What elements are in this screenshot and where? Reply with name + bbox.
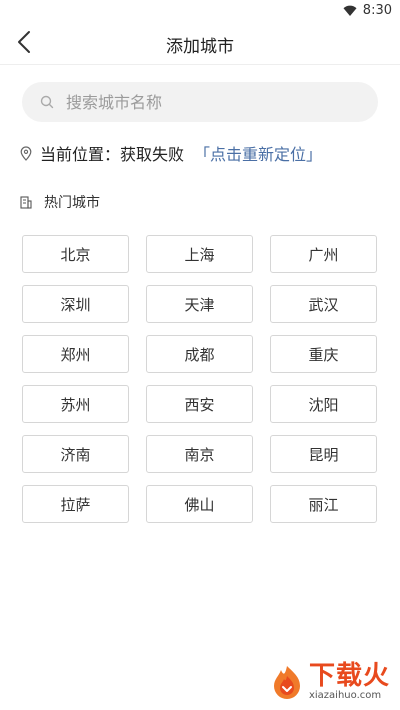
city-button[interactable]: 成都 — [146, 335, 253, 373]
search-input[interactable] — [64, 91, 348, 113]
location-label: 当前位置： — [40, 145, 121, 164]
location-row: 当前位置： 获取失败 「点击重新定位」 — [20, 142, 322, 164]
location-pin-icon — [20, 145, 34, 161]
building-icon — [20, 195, 34, 209]
hot-cities-title: 热门城市 — [44, 195, 100, 211]
search-box[interactable] — [22, 82, 378, 122]
watermark-text: 下载火 xiazaihuo.com — [309, 662, 390, 702]
watermark: 下载火 xiazaihuo.com — [269, 662, 390, 702]
search-icon — [40, 94, 56, 110]
city-button[interactable]: 郑州 — [22, 335, 129, 373]
location-status: 获取失败 — [120, 145, 185, 164]
city-button[interactable]: 天津 — [146, 285, 253, 323]
city-button[interactable]: 上海 — [146, 235, 253, 273]
relocate-link[interactable]: 「点击重新定位」 — [194, 141, 322, 165]
city-button[interactable]: 武汉 — [270, 285, 377, 323]
city-button[interactable]: 苏州 — [22, 385, 129, 423]
watermark-url: xiazaihuo.com — [308, 690, 382, 701]
city-grid: 北京 上海 广州 深圳 天津 武汉 郑州 成都 重庆 苏州 西安 沈阳 济南 南… — [22, 235, 378, 523]
city-button[interactable]: 拉萨 — [22, 485, 129, 523]
status-time: 8:30 — [362, 3, 392, 18]
city-button[interactable]: 丽江 — [270, 485, 377, 523]
city-button[interactable]: 南京 — [146, 435, 253, 473]
flame-logo-icon — [269, 664, 305, 700]
city-button[interactable]: 深圳 — [22, 285, 129, 323]
hot-cities-header: 热门城市 — [20, 192, 100, 212]
page-title: 添加城市 — [166, 37, 234, 57]
city-button[interactable]: 广州 — [270, 235, 377, 273]
city-button[interactable]: 北京 — [22, 235, 129, 273]
status-bar: 8:30 — [0, 0, 400, 24]
city-button[interactable]: 西安 — [146, 385, 253, 423]
watermark-title: 下载火 — [308, 661, 390, 691]
wifi-icon — [343, 5, 357, 17]
app-bar: 添加城市 — [0, 24, 400, 65]
city-button[interactable]: 佛山 — [146, 485, 253, 523]
city-button[interactable]: 昆明 — [270, 435, 377, 473]
city-button[interactable]: 济南 — [22, 435, 129, 473]
city-button[interactable]: 重庆 — [270, 335, 377, 373]
status-right: 8:30 — [343, 3, 392, 18]
city-button[interactable]: 沈阳 — [270, 385, 377, 423]
